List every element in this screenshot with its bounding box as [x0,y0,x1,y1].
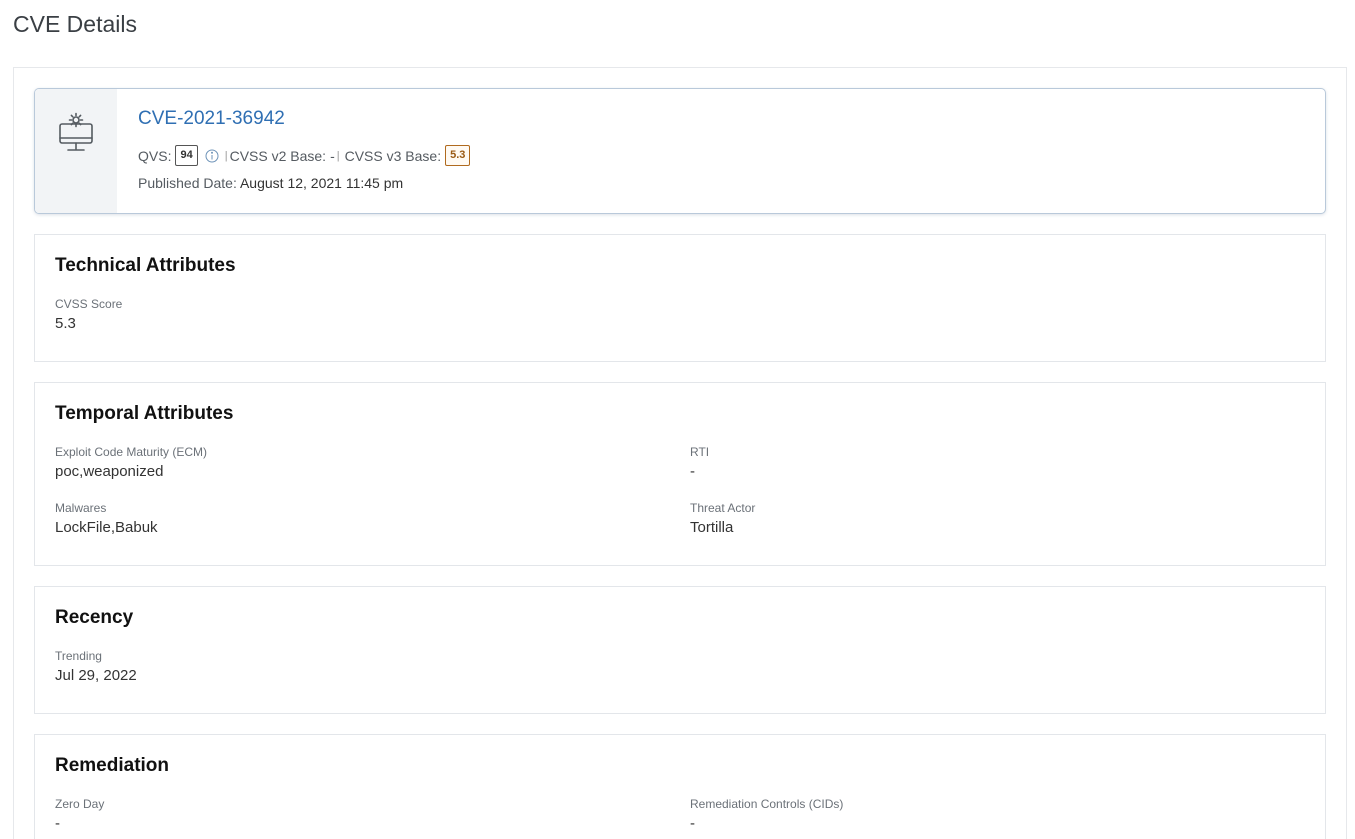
cve-id-link[interactable]: CVE-2021-36942 [138,108,285,130]
field-value: - [690,815,695,832]
cvss-score-field: CVSS Score 5.3 [55,297,122,334]
field-value: LockFile,Babuk [55,519,158,536]
field-label: Threat Actor [690,501,756,515]
qvs-label: QVS: [138,147,172,164]
page-title: CVE Details [13,11,137,37]
zero-day-field: Zero Day - [55,797,104,834]
section-title: Remediation [55,755,170,776]
field-label: CVSS Score [55,297,123,311]
cve-header-card: CVE-2021-36942 QVS: 94 | CVSS v2 Base: -… [34,88,1326,214]
monitor-gear-icon [58,111,94,213]
section-title: Technical Attributes [55,255,236,276]
ecm-field: Exploit Code Maturity (ECM) poc,weaponiz… [55,445,207,482]
threat-actor-field: Threat Actor Tortilla [690,501,755,538]
icon-panel [35,89,117,213]
section-title: Temporal Attributes [55,403,234,424]
published-value: August 12, 2021 11:45 pm [239,175,404,191]
rti-field: RTI - [690,445,709,482]
qvs-badge: 94 [175,145,198,166]
field-value: - [55,815,60,832]
cvss2-label: CVSS v2 Base: [229,147,327,164]
section-title: Recency [55,607,134,628]
published-date: Published Date: August 12, 2021 11:45 pm [138,175,403,191]
field-value: poc,weaponized [55,463,164,480]
published-label: Published Date: [138,175,237,191]
cvss3-label: CVSS v3 Base: [344,147,442,164]
field-label: Malwares [55,501,107,515]
field-value: Jul 29, 2022 [55,667,137,684]
field-value: - [690,463,695,480]
recency-section: Recency Trending Jul 29, 2022 [34,586,1326,714]
info-icon[interactable] [205,149,219,163]
cvss3-badge: 5.3 [445,145,471,166]
field-label: RTI [690,445,710,459]
temporal-attributes-section: Temporal Attributes Exploit Code Maturit… [34,382,1326,566]
score-line: QVS: 94 | CVSS v2 Base: - | CVSS v3 Base… [138,145,474,166]
field-value: Tortilla [690,519,734,536]
trending-field: Trending Jul 29, 2022 [55,649,137,686]
separator: | [224,149,228,162]
field-label: Remediation Controls (CIDs) [690,797,844,811]
malwares-field: Malwares LockFile,Babuk [55,501,158,538]
technical-attributes-section: Technical Attributes CVSS Score 5.3 [34,234,1326,362]
cvss2-value: - [330,147,335,164]
field-label: Trending [55,649,102,663]
field-label: Zero Day [55,797,105,811]
separator: | [336,149,340,162]
field-value: 5.3 [55,315,76,332]
field-label: Exploit Code Maturity (ECM) [55,445,208,459]
remediation-section: Remediation Zero Day - Remediation Contr… [34,734,1326,839]
remediation-controls-field: Remediation Controls (CIDs) - [690,797,843,834]
